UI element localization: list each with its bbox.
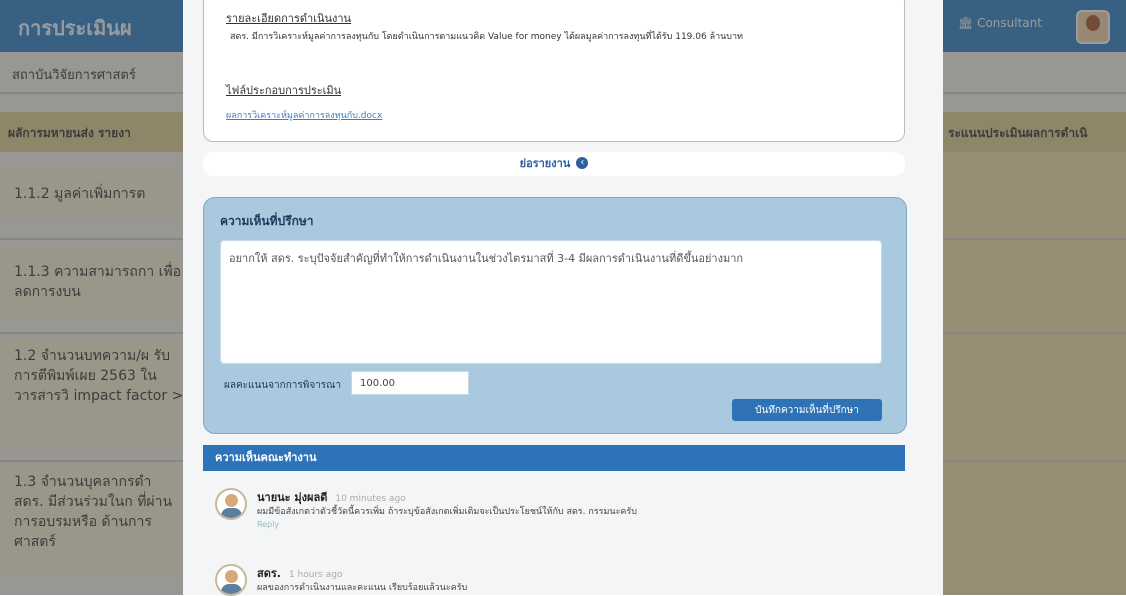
comment-text: ผมมีข้อสังเกตว่าตัวชี้วัดนี้ควรเพิ่ม ถ้า…	[257, 507, 637, 517]
report-detail-card: รายละเอียดการดำเนินงาน สดร. มีการวิเคราะ…	[203, 0, 905, 142]
attachment-link[interactable]: ผลการวิเคราะห์มูลค่าการลงทุนกับ.docx	[226, 108, 382, 122]
commenter-name-text: สดร.	[257, 567, 281, 580]
score-input[interactable]	[351, 371, 469, 395]
result-text: สดร. มีการวิเคราะห์มูลค่าการลงทุนกับ โดย…	[230, 32, 743, 42]
comment-text: ผลของการดำเนินงานและคะแนน เรียบร้อยแล้วน…	[257, 583, 468, 593]
commenter-name-text: นายนะ มุ่งผลดี	[257, 491, 328, 504]
collapse-report-bar[interactable]: ย่อรายงาน ‹	[203, 152, 905, 176]
attachment-label: ไฟล์ประกอบการประเมิน	[226, 84, 342, 97]
report-modal: รายละเอียดการดำเนินงาน สดร. มีการวิเคราะ…	[183, 0, 943, 596]
consultant-comment-textarea[interactable]: อยากให้ สดร. ระบุปัจจัยสำคัญที่ทำให้การด…	[220, 240, 882, 364]
commenter-avatar	[215, 488, 247, 520]
result-label: รายละเอียดการดำเนินงาน	[226, 12, 352, 25]
save-consultant-comment-button[interactable]: บันทึกความเห็นที่ปรึกษา	[732, 399, 882, 421]
commenter-avatar	[215, 564, 247, 596]
comment-time: 1 hours ago	[288, 570, 343, 580]
consultant-title: ความเห็นที่ปรึกษา	[220, 214, 314, 228]
comment-time: 10 minutes ago	[335, 494, 406, 504]
committee-comments-header: ความเห็นคณะทำงาน	[203, 445, 905, 471]
collapse-icon: ‹	[576, 156, 589, 169]
score-label: ผลคะแนนจากการพิจารณา	[224, 380, 342, 391]
consultant-comment-panel: ความเห็นที่ปรึกษา อยากให้ สดร. ระบุปัจจั…	[203, 197, 907, 434]
collapse-report-label: ย่อรายงาน	[519, 157, 571, 170]
reply-link[interactable]: Reply	[257, 520, 279, 529]
